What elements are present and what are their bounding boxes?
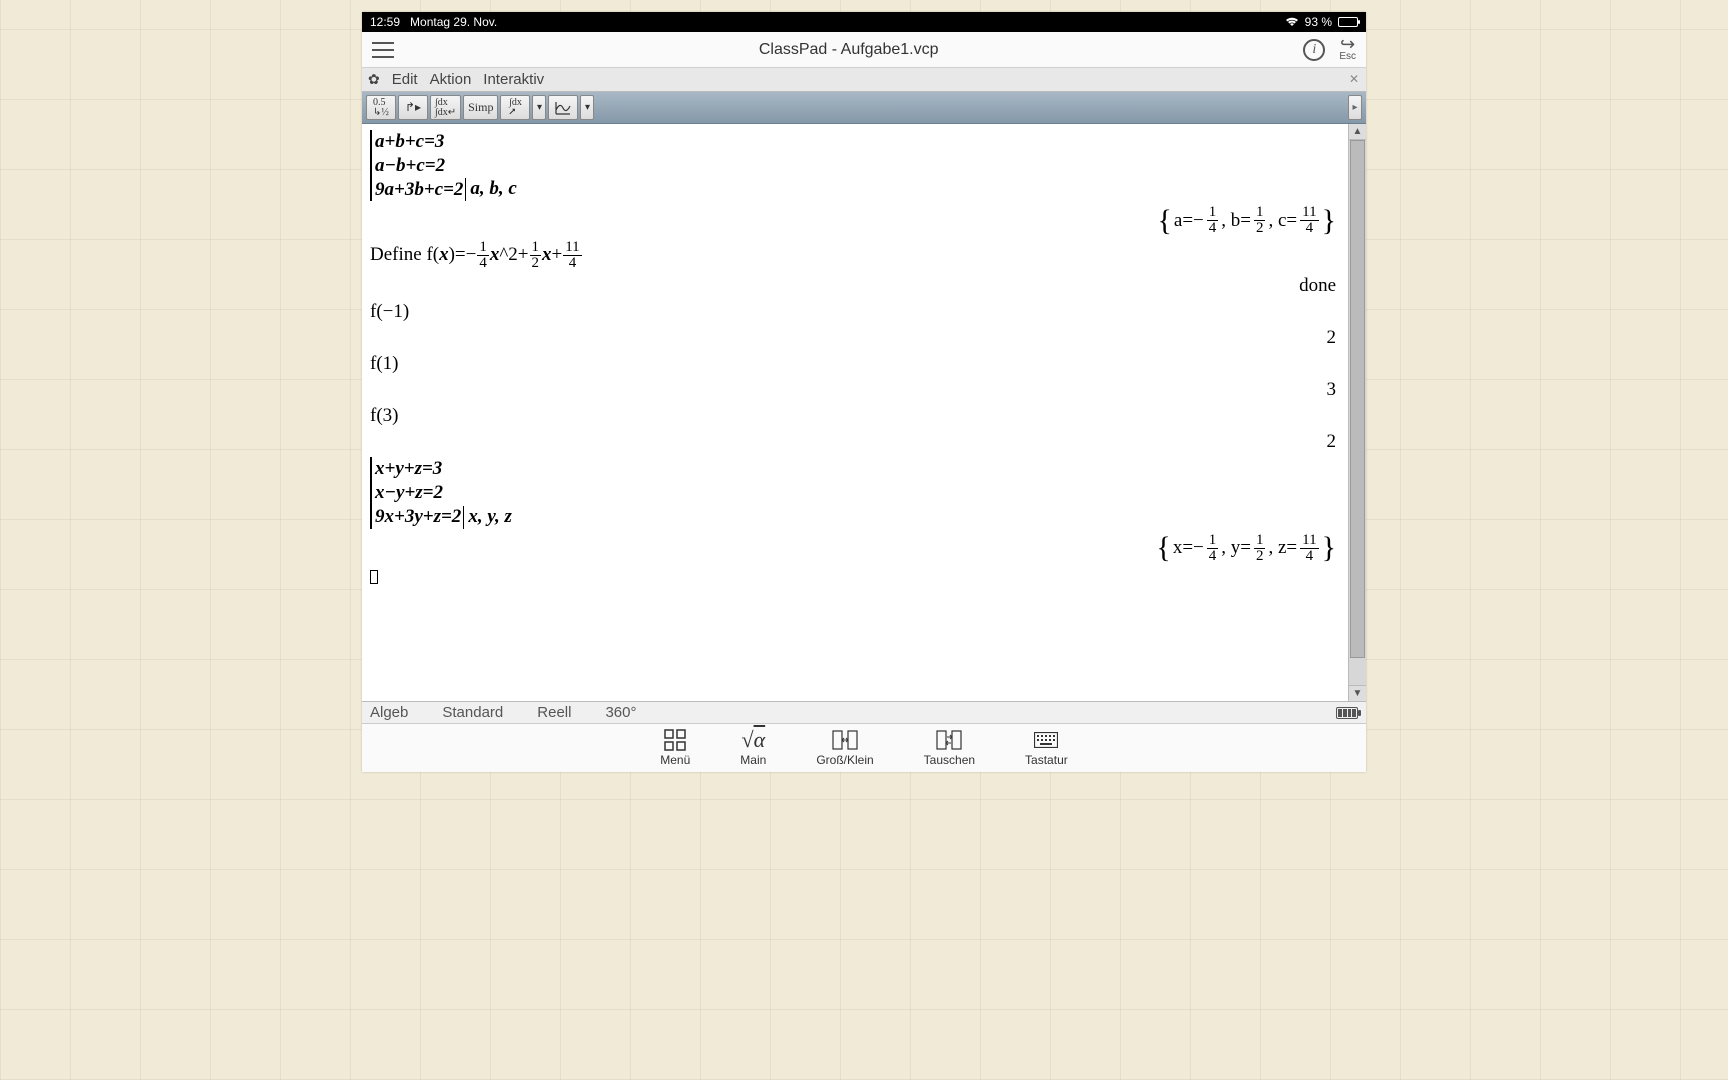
output-solution-1: { a=− 14 , b= 12 , c= 114 } <box>1157 205 1340 236</box>
resize-icon <box>832 729 858 751</box>
input-f1[interactable]: f(1) <box>370 353 398 375</box>
menu-edit[interactable]: Edit <box>392 71 418 88</box>
status-num[interactable]: Reell <box>537 704 571 721</box>
battery-percent: 93 % <box>1305 15 1332 29</box>
input-system-1[interactable]: a+b+c=3 a−b+c=2 9a+3b+c=2 a, b, c <box>370 130 517 201</box>
tool-integral-enter[interactable]: ∫dx∫dx↵ <box>430 95 461 120</box>
input-f3[interactable]: f(3) <box>370 405 398 427</box>
input-fneg1[interactable]: f(−1) <box>370 301 409 323</box>
output-f3: 2 <box>1327 431 1341 453</box>
scroll-thumb[interactable] <box>1350 140 1365 658</box>
output-fneg1: 2 <box>1327 327 1341 349</box>
clock: 12:59 <box>370 15 400 29</box>
hamburger-icon[interactable] <box>372 42 394 58</box>
keyboard-icon <box>1034 729 1058 751</box>
gear-icon[interactable]: ✿ <box>368 71 380 88</box>
menubar: ✿ Edit Aktion Interaktiv ✕ <box>362 68 1366 92</box>
scroll-up-icon[interactable]: ▲ <box>1349 124 1366 140</box>
tool-trace[interactable]: ↱▸ <box>398 95 428 120</box>
wifi-icon <box>1285 17 1299 27</box>
titlebar: ClassPad - Aufgabe1.vcp i ↩ Esc <box>362 32 1366 68</box>
dock-keyboard[interactable]: Tastatur <box>1025 729 1068 767</box>
calc-battery-icon <box>1336 704 1358 721</box>
vars-2: x, y, z <box>463 506 512 529</box>
scroll-track[interactable] <box>1349 140 1366 685</box>
tool-graph[interactable] <box>548 95 578 120</box>
tool-decimal-frac[interactable]: 0.5↳½ <box>366 95 396 120</box>
output-done: done <box>1299 275 1340 297</box>
menu-aktion[interactable]: Aktion <box>430 71 472 88</box>
dock-resize[interactable]: Groß/Klein <box>816 729 873 767</box>
status-row: Algeb Standard Reell 360° <box>362 702 1366 724</box>
cas-page[interactable]: a+b+c=3 a−b+c=2 9a+3b+c=2 a, b, c { a=− … <box>362 124 1348 701</box>
output-solution-2: { x=− 14 , y= 12 , z= 114 } <box>1156 533 1340 564</box>
dock-label: Menü <box>660 753 690 767</box>
classpad-window: 12:59 Montag 29. Nov. 93 % ClassPad - Au… <box>362 12 1366 772</box>
toolbar: 0.5↳½ ↱▸ ∫dx∫dx↵ Simp ∫dx⭧ ▾ ▾ ▸ <box>362 92 1366 124</box>
undo-icon: ↩ <box>1340 37 1355 51</box>
date: Montag 29. Nov. <box>410 15 497 29</box>
esc-button[interactable]: ↩ Esc <box>1339 37 1356 62</box>
input-define[interactable]: Define f(x)=−14x^2+12x+114 <box>370 240 583 271</box>
sqrt-icon: √α <box>741 729 765 751</box>
status-fmt[interactable]: Standard <box>442 704 503 721</box>
info-icon[interactable]: i <box>1303 39 1325 61</box>
dock-label: Tastatur <box>1025 753 1068 767</box>
vars-1: a, b, c <box>465 178 516 201</box>
battery-icon <box>1338 17 1358 27</box>
tool-simp[interactable]: Simp <box>463 95 498 120</box>
dock: Menü √α Main Groß/Klein Tauschen Tastatu… <box>362 724 1366 772</box>
input-cursor[interactable] <box>370 568 378 590</box>
tool-dropdown-2[interactable]: ▾ <box>580 95 594 120</box>
app-title: ClassPad - Aufgabe1.vcp <box>394 41 1303 59</box>
scrollbar[interactable]: ▲ ▼ <box>1348 124 1366 701</box>
dock-swap[interactable]: Tauschen <box>924 729 975 767</box>
menu-interaktiv[interactable]: Interaktiv <box>483 71 544 88</box>
dock-label: Groß/Klein <box>816 753 873 767</box>
input-system-2[interactable]: x+y+z=3 x−y+z=2 9x+3y+z=2 x, y, z <box>370 457 512 528</box>
status-ang[interactable]: 360° <box>605 704 636 721</box>
tool-run[interactable]: ▸ <box>1348 95 1362 120</box>
work-area: a+b+c=3 a−b+c=2 9a+3b+c=2 a, b, c { a=− … <box>362 124 1366 702</box>
status-mode[interactable]: Algeb <box>370 704 408 721</box>
scroll-down-icon[interactable]: ▼ <box>1349 685 1366 701</box>
dock-main[interactable]: √α Main <box>740 729 766 767</box>
dock-label: Tauschen <box>924 753 975 767</box>
dock-label: Main <box>740 753 766 767</box>
swap-icon <box>936 729 962 751</box>
output-f1: 3 <box>1327 379 1341 401</box>
tool-integral-arrow[interactable]: ∫dx⭧ <box>500 95 530 120</box>
tool-dropdown-1[interactable]: ▾ <box>532 95 546 120</box>
dock-menu[interactable]: Menü <box>660 729 690 767</box>
ios-statusbar: 12:59 Montag 29. Nov. 93 % <box>362 12 1366 32</box>
grid-icon <box>664 729 686 751</box>
close-icon[interactable]: ✕ <box>1346 71 1362 87</box>
